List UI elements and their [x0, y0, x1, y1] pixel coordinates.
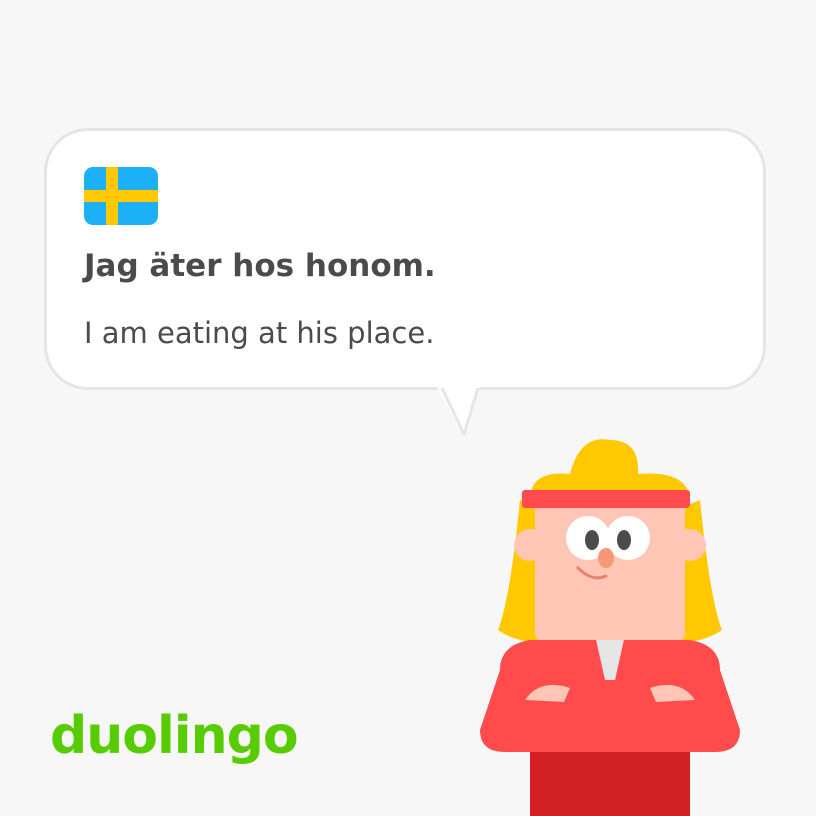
character-illustration	[480, 439, 740, 816]
duolingo-logo: duolingo	[50, 706, 299, 766]
sweden-flag-icon	[84, 167, 158, 225]
translation-text: I am eating at his place.	[84, 316, 435, 350]
sentence-text: Jag äter hos honom.	[84, 248, 436, 284]
